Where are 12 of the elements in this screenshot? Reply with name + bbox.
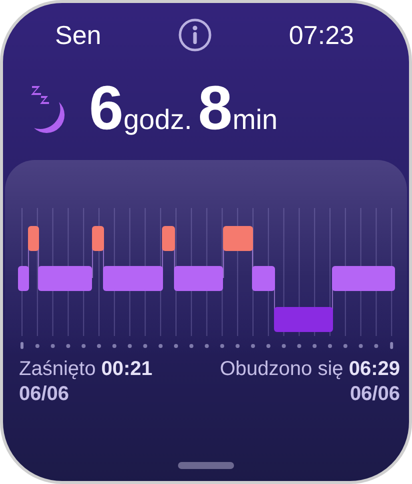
hours-value: 6 xyxy=(89,78,124,140)
fell-asleep-time: Zaśnięto 00:21 xyxy=(19,357,152,382)
minutes-value: 8 xyxy=(198,78,232,140)
info-icon[interactable] xyxy=(178,18,212,52)
clock-time: 07:23 xyxy=(288,20,354,50)
hours-unit: godz. xyxy=(123,104,192,136)
fell-asleep-date: 06/06 xyxy=(19,382,70,407)
woke-up-time: Obudzono się 06:29 xyxy=(220,357,400,382)
minutes-unit: min xyxy=(232,104,278,136)
screen-title: Sen xyxy=(55,20,102,50)
home-handle[interactable] xyxy=(178,462,234,469)
woke-up-date: 06/06 xyxy=(350,382,400,407)
